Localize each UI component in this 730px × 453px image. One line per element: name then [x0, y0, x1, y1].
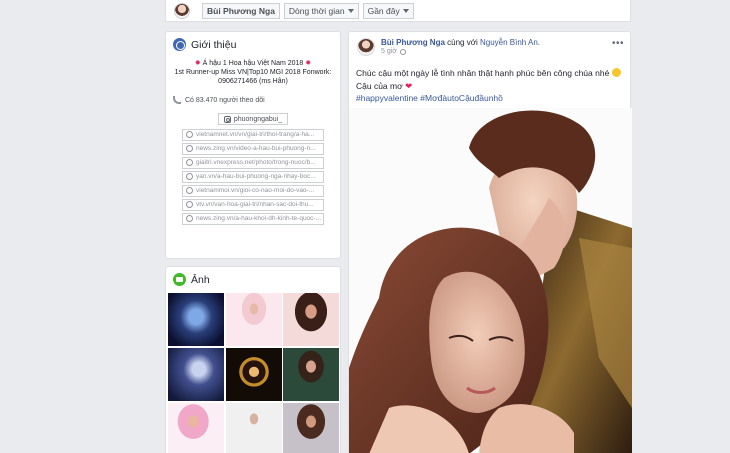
- post-hashtags[interactable]: #happyvalentine #MơđàutoCậuđầunhồ: [356, 93, 503, 103]
- intro-header: Giới thiệu: [173, 38, 333, 51]
- web-icon: [186, 215, 193, 223]
- website-link-text: vietnammoi.vn/gioi-co-nao-moi-do-vao-...: [196, 187, 315, 195]
- website-link[interactable]: news.zing.vn/video-a-hau-bui-phuong-n...: [182, 143, 324, 155]
- post-time[interactable]: 5 giờ: [381, 48, 397, 55]
- chevron-down-icon: [347, 8, 354, 13]
- photo-thumbnail[interactable]: [225, 403, 282, 453]
- website-link-text: yan.vn/a-hau-bui-phuong-nga-nhay-boc...: [196, 173, 316, 181]
- bio-line-3: 0906271466 (ms Hân): [218, 78, 288, 85]
- post-author[interactable]: Bùi Phương Nga: [381, 38, 445, 47]
- post-text-line-2: Cậu của mơ: [356, 80, 403, 91]
- instagram-row: phuongngabui_: [173, 113, 333, 125]
- photo-thumbnail[interactable]: [168, 403, 224, 453]
- tagged-user[interactable]: Nguyễn Bình An.: [480, 38, 540, 47]
- website-link-text: news.zing.vn/a-hau-khoi-dh-kinh-te-quoc-…: [196, 215, 322, 223]
- avatar[interactable]: [357, 38, 375, 56]
- bio-text: ✹ Á hậu 1 Hoa hậu Việt Nam 2018 ✹ 1st Ru…: [173, 59, 333, 86]
- website-link-text: vietnamnet.vn/vn/giai-tri/thoi-trang/a-h…: [196, 131, 315, 139]
- post-time-row: 5 giờ: [381, 48, 540, 55]
- avatar[interactable]: [174, 2, 190, 19]
- website-link[interactable]: yan.vn/a-hau-bui-phuong-nga-nhay-boc...: [182, 171, 324, 183]
- post-card: Bùi Phương Nga cùng với Nguyễn Bình An. …: [348, 31, 632, 453]
- post-text: Chúc cậu một ngày lễ tình nhân thật hạnh…: [356, 67, 621, 105]
- website-link-text: vtv.vn/van-hoa-giai-tri/nhan-sac-doi-thu…: [196, 201, 314, 209]
- website-link[interactable]: giaitri.vnexpress.net/photo/trong-nuoc/b…: [182, 157, 324, 169]
- photo-thumbnail[interactable]: [283, 348, 339, 401]
- photo-icon: [173, 273, 186, 286]
- photo-thumbnail[interactable]: [168, 293, 224, 346]
- post-text-line-1: Chúc cậu một ngày lễ tình nhân thật hạnh…: [356, 68, 610, 78]
- website-link[interactable]: news.zing.vn/a-hau-khoi-dh-kinh-te-quoc-…: [182, 213, 324, 225]
- web-icon: [186, 187, 193, 195]
- photo-thumbnail[interactable]: [168, 348, 224, 401]
- recent-label: Gần đây: [367, 5, 400, 16]
- website-link-text: news.zing.vn/video-a-hau-bui-phuong-n...: [196, 145, 316, 153]
- website-link[interactable]: vietnammoi.vn/gioi-co-nao-moi-do-vao-...: [182, 185, 324, 197]
- intro-card: Giới thiệu ✹ Á hậu 1 Hoa hậu Việt Nam 20…: [165, 31, 341, 259]
- photo-grid: [168, 293, 339, 453]
- instagram-link[interactable]: phuongngabui_: [217, 113, 289, 125]
- photo-thumbnail[interactable]: [225, 348, 282, 401]
- star-icon: ✹: [194, 60, 201, 67]
- chevron-down-icon: [402, 8, 409, 13]
- post-meta: Bùi Phương Nga cùng với Nguyễn Bình An. …: [381, 38, 540, 56]
- post-author-line: Bùi Phương Nga cùng với Nguyễn Bình An.: [381, 38, 540, 48]
- instagram-handle: phuongngabui_: [233, 115, 283, 123]
- photo-thumbnail[interactable]: [225, 293, 282, 346]
- recent-button[interactable]: Gần đây: [362, 2, 414, 19]
- website-links: vietnamnet.vn/vn/giai-tri/thoi-trang/a-h…: [173, 129, 333, 225]
- followers-count: Có 83.470 người theo dõi: [185, 96, 265, 104]
- with-text: cùng với: [447, 38, 478, 47]
- website-link[interactable]: vietnamnet.vn/vn/giai-tri/thoi-trang/a-h…: [182, 129, 324, 141]
- website-link-text: giaitri.vnexpress.net/photo/trong-nuoc/b…: [196, 159, 316, 167]
- photos-title[interactable]: Ảnh: [191, 274, 210, 286]
- web-icon: [186, 173, 193, 181]
- star-icon: ✹: [305, 60, 312, 67]
- intro-title: Giới thiệu: [191, 38, 237, 51]
- timeline-label: Dòng thời gian: [288, 5, 345, 16]
- photos-card: Ảnh: [165, 266, 341, 453]
- web-icon: [186, 131, 193, 139]
- smile-emoji-icon: [611, 68, 621, 77]
- website-link[interactable]: vtv.vn/van-hoa-giai-tri/nhan-sac-doi-thu…: [182, 199, 324, 211]
- bio-line-2: 1st Runner-up Miss VN|Top10 MGI 2018 Fon…: [174, 69, 332, 76]
- couple-photo-illustration: [349, 108, 632, 453]
- photo-thumbnail[interactable]: [283, 293, 339, 346]
- instagram-icon: [223, 115, 231, 123]
- rss-icon: [173, 96, 181, 104]
- more-options-icon[interactable]: •••: [612, 38, 624, 49]
- profile-name-button[interactable]: Bùi Phương Nga: [202, 2, 280, 19]
- followers-row: Có 83.470 người theo dõi: [173, 96, 333, 104]
- web-icon: [186, 145, 193, 153]
- web-icon: [186, 159, 193, 167]
- public-globe-icon: [399, 48, 406, 55]
- bio-line-1: Á hậu 1 Hoa hậu Việt Nam 2018: [202, 60, 304, 67]
- web-icon: [186, 201, 193, 209]
- post-photo[interactable]: [349, 108, 632, 453]
- globe-icon: [173, 38, 186, 51]
- timeline-button[interactable]: Dòng thời gian: [283, 2, 359, 19]
- photos-header: Ảnh: [173, 273, 333, 286]
- photo-thumbnail[interactable]: [283, 403, 339, 453]
- profile-sticky-header: Bùi Phương Nga Dòng thời gian Gần đây: [165, 0, 631, 22]
- post-header: Bùi Phương Nga cùng với Nguyễn Bình An. …: [357, 38, 540, 56]
- heart-icon: ❤: [405, 80, 413, 91]
